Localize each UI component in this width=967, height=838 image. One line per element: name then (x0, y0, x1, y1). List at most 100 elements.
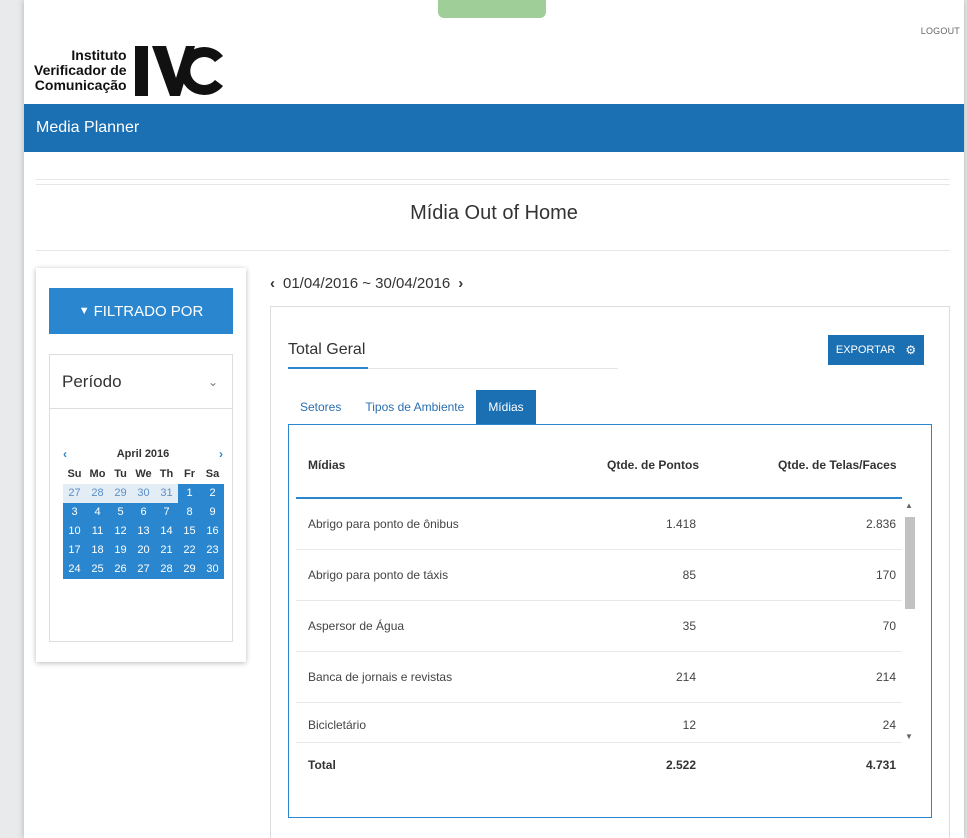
cell-pontos: 85 (682, 568, 696, 582)
cell-pontos: 12 (682, 718, 696, 732)
calendar-day-prev-month[interactable]: 27 (63, 484, 86, 503)
calendar-day[interactable]: 9 (201, 503, 224, 522)
tab-midias[interactable]: Mídias (476, 390, 536, 424)
calendar-day[interactable]: 14 (155, 522, 178, 541)
calendar-day[interactable]: 8 (178, 503, 201, 522)
calendar-day[interactable]: 15 (178, 522, 201, 541)
calendar-day-prev-month[interactable]: 31 (155, 484, 178, 503)
weekday-label: Sa (205, 468, 220, 480)
calendar-day[interactable]: 13 (132, 522, 155, 541)
tab-bar: Setores Tipos de Ambiente Mídias (288, 390, 536, 424)
top-tab-indicator[interactable] (438, 0, 546, 18)
page: LOGOUT Instituto Verificador de Comunica… (24, 0, 964, 838)
calendar-day[interactable]: 4 (86, 503, 109, 522)
calendar-day[interactable]: 6 (132, 503, 155, 522)
calendar-day[interactable]: 2 (201, 484, 224, 503)
calendar-day[interactable]: 21 (155, 541, 178, 560)
cell-midia: Abrigo para ponto de táxis (308, 568, 449, 582)
cell-pontos: 1.418 (665, 517, 696, 531)
table-row[interactable]: Abrigo para ponto de ônibus 1.418 2.836 (296, 499, 902, 550)
table-row[interactable]: Bicicletário 12 24 (296, 703, 902, 742)
calendar-day[interactable]: 23 (201, 541, 224, 560)
calendar-day[interactable]: 10 (63, 522, 86, 541)
calendar-day[interactable]: 5 (109, 503, 132, 522)
calendar-day[interactable]: 17 (63, 541, 86, 560)
app-title: Media Planner (36, 119, 140, 136)
title-underline (288, 367, 368, 369)
calendar-day[interactable]: 27 (132, 560, 155, 579)
panel-title: Total Geral (288, 341, 366, 358)
calendar-day[interactable]: 3 (63, 503, 86, 522)
chevron-left-icon[interactable]: ‹ (63, 447, 67, 461)
weekday-label: Th (159, 468, 174, 480)
cell-midia: Bicicletário (308, 718, 367, 732)
cell-total-pontos: 2.522 (665, 758, 696, 772)
calendar-day-prev-month[interactable]: 29 (109, 484, 132, 503)
chevron-right-icon[interactable]: › (219, 447, 223, 461)
filter-panel: ▼ FILTRADO POR Período ⌄ ‹ April 2016 › … (36, 268, 246, 662)
chevron-right-icon[interactable]: › (458, 275, 463, 292)
calendar-day[interactable]: 7 (155, 503, 178, 522)
midias-table: Mídias Qtde. de Pontos Qtde. de Telas/Fa… (288, 424, 932, 818)
calendar-day[interactable]: 12 (109, 522, 132, 541)
calendar-day-prev-month[interactable]: 28 (86, 484, 109, 503)
tab-setores[interactable]: Setores (288, 390, 353, 424)
calendar-day[interactable]: 22 (178, 541, 201, 560)
logout-link[interactable]: LOGOUT (921, 26, 960, 36)
funnel-icon: ▼ (78, 305, 90, 317)
cell-pontos: 35 (682, 619, 696, 633)
calendar-day[interactable]: 29 (178, 560, 201, 579)
calendar-day[interactable]: 11 (86, 522, 109, 541)
cell-telas: 214 (875, 670, 896, 684)
cell-telas: 24 (882, 718, 896, 732)
divider (36, 250, 950, 251)
filtered-by-button[interactable]: ▼ FILTRADO POR (49, 288, 233, 334)
app-header-bar: Media Planner (24, 104, 964, 152)
table-row[interactable]: Abrigo para ponto de táxis 85 170 (296, 550, 902, 601)
date-range-label: 01/04/2016 ~ 30/04/2016 (283, 275, 451, 292)
weekday-label: Fr (184, 468, 195, 480)
period-dropdown[interactable]: Período ⌄ (49, 354, 233, 408)
calendar-day[interactable]: 30 (201, 560, 224, 579)
ivc-logo[interactable]: Instituto Verificador de Comunicação (34, 38, 225, 102)
export-button[interactable]: EXPORTAR ⚙ (828, 335, 924, 365)
table-row[interactable]: Banca de jornais e revistas 214 214 (296, 652, 902, 703)
period-label: Período (62, 371, 122, 391)
gear-icon: ⚙ (905, 343, 917, 357)
calendar-day[interactable]: 26 (109, 560, 132, 579)
divider (36, 179, 950, 180)
cell-total-telas: 4.731 (865, 758, 896, 772)
calendar-day[interactable]: 16 (201, 522, 224, 541)
tab-tipos-de-ambiente[interactable]: Tipos de Ambiente (353, 390, 476, 424)
calendar-header: ‹ April 2016 › (63, 447, 223, 461)
cell-midia: Aspersor de Água (308, 619, 405, 633)
calendar-grid: Su Mo Tu We Th Fr Sa 27 28 29 30 31 1 2 … (63, 465, 224, 579)
page-title: Mídia Out of Home (410, 202, 578, 224)
calendar-day[interactable]: 19 (109, 541, 132, 560)
calendar-day-prev-month[interactable]: 30 (132, 484, 155, 503)
cell-total-label: Total (308, 758, 336, 772)
table-row[interactable]: Aspersor de Água 35 70 (296, 601, 902, 652)
ivc-logo-mark (133, 42, 225, 98)
weekday-label: We (135, 468, 152, 480)
table-scrollbar[interactable]: ▲ ▼ (903, 501, 917, 741)
table-total-row: Total 2.522 4.731 (296, 742, 902, 786)
column-header-midias[interactable]: Mídias (308, 425, 345, 497)
scrollbar-thumb[interactable] (905, 517, 915, 609)
cell-pontos: 214 (675, 670, 696, 684)
scroll-up-icon[interactable]: ▲ (905, 501, 913, 510)
calendar: ‹ April 2016 › Su Mo Tu We Th Fr Sa 27 2… (49, 408, 233, 642)
calendar-day[interactable]: 20 (132, 541, 155, 560)
divider (36, 184, 950, 185)
calendar-day[interactable]: 24 (63, 560, 86, 579)
scroll-down-icon[interactable]: ▼ (905, 732, 913, 741)
calendar-day[interactable]: 28 (155, 560, 178, 579)
results-panel: Total Geral EXPORTAR ⚙ Setores Tipos de … (270, 306, 950, 838)
logo-text: Instituto Verificador de Comunicação (34, 46, 127, 93)
calendar-day[interactable]: 18 (86, 541, 109, 560)
chevron-left-icon[interactable]: ‹ (270, 275, 275, 292)
column-header-pontos[interactable]: Qtde. de Pontos (607, 425, 699, 497)
column-header-telas[interactable]: Qtde. de Telas/Faces (778, 425, 897, 497)
calendar-day[interactable]: 1 (178, 484, 201, 503)
calendar-day[interactable]: 25 (86, 560, 109, 579)
